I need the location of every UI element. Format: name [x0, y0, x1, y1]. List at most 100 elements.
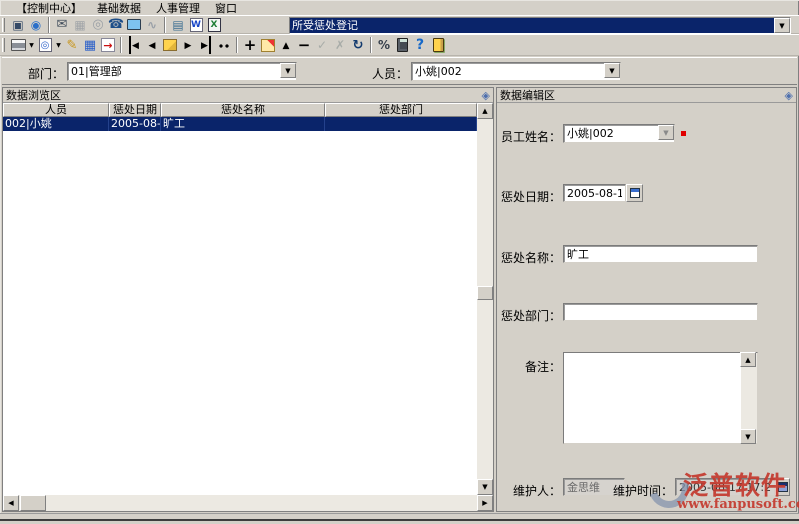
- scroll-up-icon[interactable]: [477, 103, 493, 119]
- chevron-down-icon[interactable]: [774, 18, 790, 33]
- department-combobox[interactable]: 01|管理部: [67, 62, 297, 81]
- record-toolbar: [0, 34, 799, 56]
- menu-hr-management[interactable]: 人事管理: [156, 0, 200, 16]
- punishment-table: 人员 惩处日期 惩处名称 惩处部门 002|小姚 2005-08-17 旷工: [3, 103, 493, 495]
- chevron-down-icon[interactable]: [604, 63, 620, 78]
- person-value: 小姚|002: [412, 63, 604, 80]
- diamond-icon[interactable]: [482, 89, 490, 102]
- calculator-button[interactable]: [393, 37, 411, 54]
- print-preview-button[interactable]: [36, 37, 54, 54]
- calendar-icon: [630, 188, 640, 198]
- date-picker-button[interactable]: [626, 184, 643, 202]
- delete-record-button[interactable]: [295, 37, 313, 54]
- scroll-down-icon[interactable]: [740, 429, 756, 444]
- scrollbar-thumb[interactable]: [20, 495, 46, 511]
- data-edit-panel: 数据编辑区 员工姓名： 小姚|002 惩处日期： 惩处名称： 惩处部门： 备注：…: [496, 87, 797, 512]
- time-picker-button[interactable]: [775, 478, 790, 496]
- cancel-edit-button[interactable]: [331, 37, 349, 54]
- menu-control-center[interactable]: 【控制中心】: [16, 0, 82, 16]
- stats-button[interactable]: [375, 37, 393, 54]
- department-value: 01|管理部: [68, 63, 280, 80]
- toolbar-separator: [164, 17, 166, 33]
- employee-name-combobox[interactable]: 小姚|002: [563, 124, 675, 143]
- exit-button[interactable]: [429, 37, 447, 54]
- post-edit-button[interactable]: [313, 37, 331, 54]
- print-dropdown-icon[interactable]: [27, 37, 36, 54]
- edit-button[interactable]: [63, 37, 81, 54]
- employee-name-label: 员工姓名：: [481, 128, 561, 145]
- globe-icon[interactable]: [89, 16, 107, 33]
- move-up-button[interactable]: [277, 37, 295, 54]
- window-bottom-edge: [0, 513, 799, 524]
- add-record-button[interactable]: [241, 37, 259, 54]
- cell-person: 002|小姚: [3, 117, 109, 131]
- excel-export-icon[interactable]: X: [205, 16, 223, 33]
- card-icon[interactable]: [169, 16, 187, 33]
- scrollbar-thumb[interactable]: [477, 286, 493, 300]
- menu-window[interactable]: 窗口: [215, 0, 237, 16]
- find-button[interactable]: [215, 37, 233, 54]
- computer-icon[interactable]: [125, 16, 143, 33]
- help-button[interactable]: [411, 37, 429, 54]
- maintainer-label: 维护人：: [481, 482, 561, 499]
- punish-date-label: 惩处日期：: [481, 188, 561, 205]
- cell-dept: [325, 117, 477, 131]
- remark-textarea[interactable]: [564, 353, 741, 443]
- cell-name: 旷工: [161, 117, 325, 131]
- vertical-scrollbar[interactable]: [477, 103, 493, 495]
- photo-icon[interactable]: [9, 16, 27, 33]
- filter-bar: 部门： 01|管理部 人员： 小姚|002: [2, 57, 797, 85]
- menu-bar: 【控制中心】 基础数据 人事管理 窗口: [0, 0, 799, 15]
- system-toolbar: W X 所受惩处登记: [0, 15, 799, 34]
- required-marker: [681, 131, 686, 136]
- menu-base-data[interactable]: 基础数据: [97, 0, 141, 16]
- edit-panel-title: 数据编辑区: [500, 87, 555, 103]
- diamond-icon[interactable]: [785, 89, 793, 102]
- task-selector-combobox[interactable]: 所受惩处登记: [289, 17, 791, 34]
- grid-view-button[interactable]: [81, 37, 99, 54]
- cell-date: 2005-08-17: [109, 117, 161, 131]
- chevron-down-icon[interactable]: [280, 63, 296, 78]
- chevron-down-icon[interactable]: [658, 125, 674, 140]
- column-header-dept[interactable]: 惩处部门: [325, 103, 477, 117]
- preview-dropdown-icon[interactable]: [54, 37, 63, 54]
- column-header-date[interactable]: 惩处日期: [109, 103, 161, 117]
- toolbar-separator: [370, 37, 372, 53]
- punish-dept-field[interactable]: [563, 303, 758, 321]
- horizontal-scrollbar[interactable]: [3, 495, 493, 511]
- bookmark-button[interactable]: [161, 37, 179, 54]
- browser-icon[interactable]: [27, 16, 45, 33]
- scroll-left-icon[interactable]: [3, 495, 19, 511]
- mail-icon[interactable]: [53, 16, 71, 33]
- next-record-button[interactable]: [179, 37, 197, 54]
- refresh-button[interactable]: [349, 37, 367, 54]
- browse-panel-title: 数据浏览区: [6, 87, 61, 103]
- punish-date-field[interactable]: [563, 184, 626, 202]
- chart-icon[interactable]: [143, 16, 161, 33]
- table-header-row: 人员 惩处日期 惩处名称 惩处部门: [3, 103, 477, 117]
- print-button[interactable]: [9, 37, 27, 54]
- app-window: 【控制中心】 基础数据 人事管理 窗口 W X 所受惩处登记: [0, 0, 799, 524]
- export-button[interactable]: [99, 37, 117, 54]
- word-export-icon[interactable]: W: [187, 16, 205, 33]
- punish-name-label: 惩处名称：: [481, 249, 561, 266]
- toolbar-grip[interactable]: [2, 38, 5, 52]
- table-row[interactable]: 002|小姚 2005-08-17 旷工: [3, 117, 477, 131]
- previous-record-button[interactable]: [143, 37, 161, 54]
- copy-record-button[interactable]: [259, 37, 277, 54]
- punish-name-field[interactable]: [563, 245, 758, 263]
- maintain-time-field: [675, 478, 775, 496]
- punish-dept-label: 惩处部门：: [481, 307, 561, 324]
- first-record-button[interactable]: [125, 37, 143, 54]
- remark-scrollbar[interactable]: [741, 353, 757, 443]
- column-header-name[interactable]: 惩处名称: [161, 103, 325, 117]
- schedule-icon[interactable]: [71, 16, 89, 33]
- phone-icon[interactable]: [107, 16, 125, 33]
- window-border-line: [0, 519, 799, 521]
- toolbar-grip[interactable]: [2, 18, 5, 32]
- browse-panel-header: 数据浏览区: [3, 88, 493, 103]
- person-combobox[interactable]: 小姚|002: [411, 62, 621, 81]
- column-header-person[interactable]: 人员: [3, 103, 109, 117]
- scroll-up-icon[interactable]: [740, 352, 756, 367]
- last-record-button[interactable]: [197, 37, 215, 54]
